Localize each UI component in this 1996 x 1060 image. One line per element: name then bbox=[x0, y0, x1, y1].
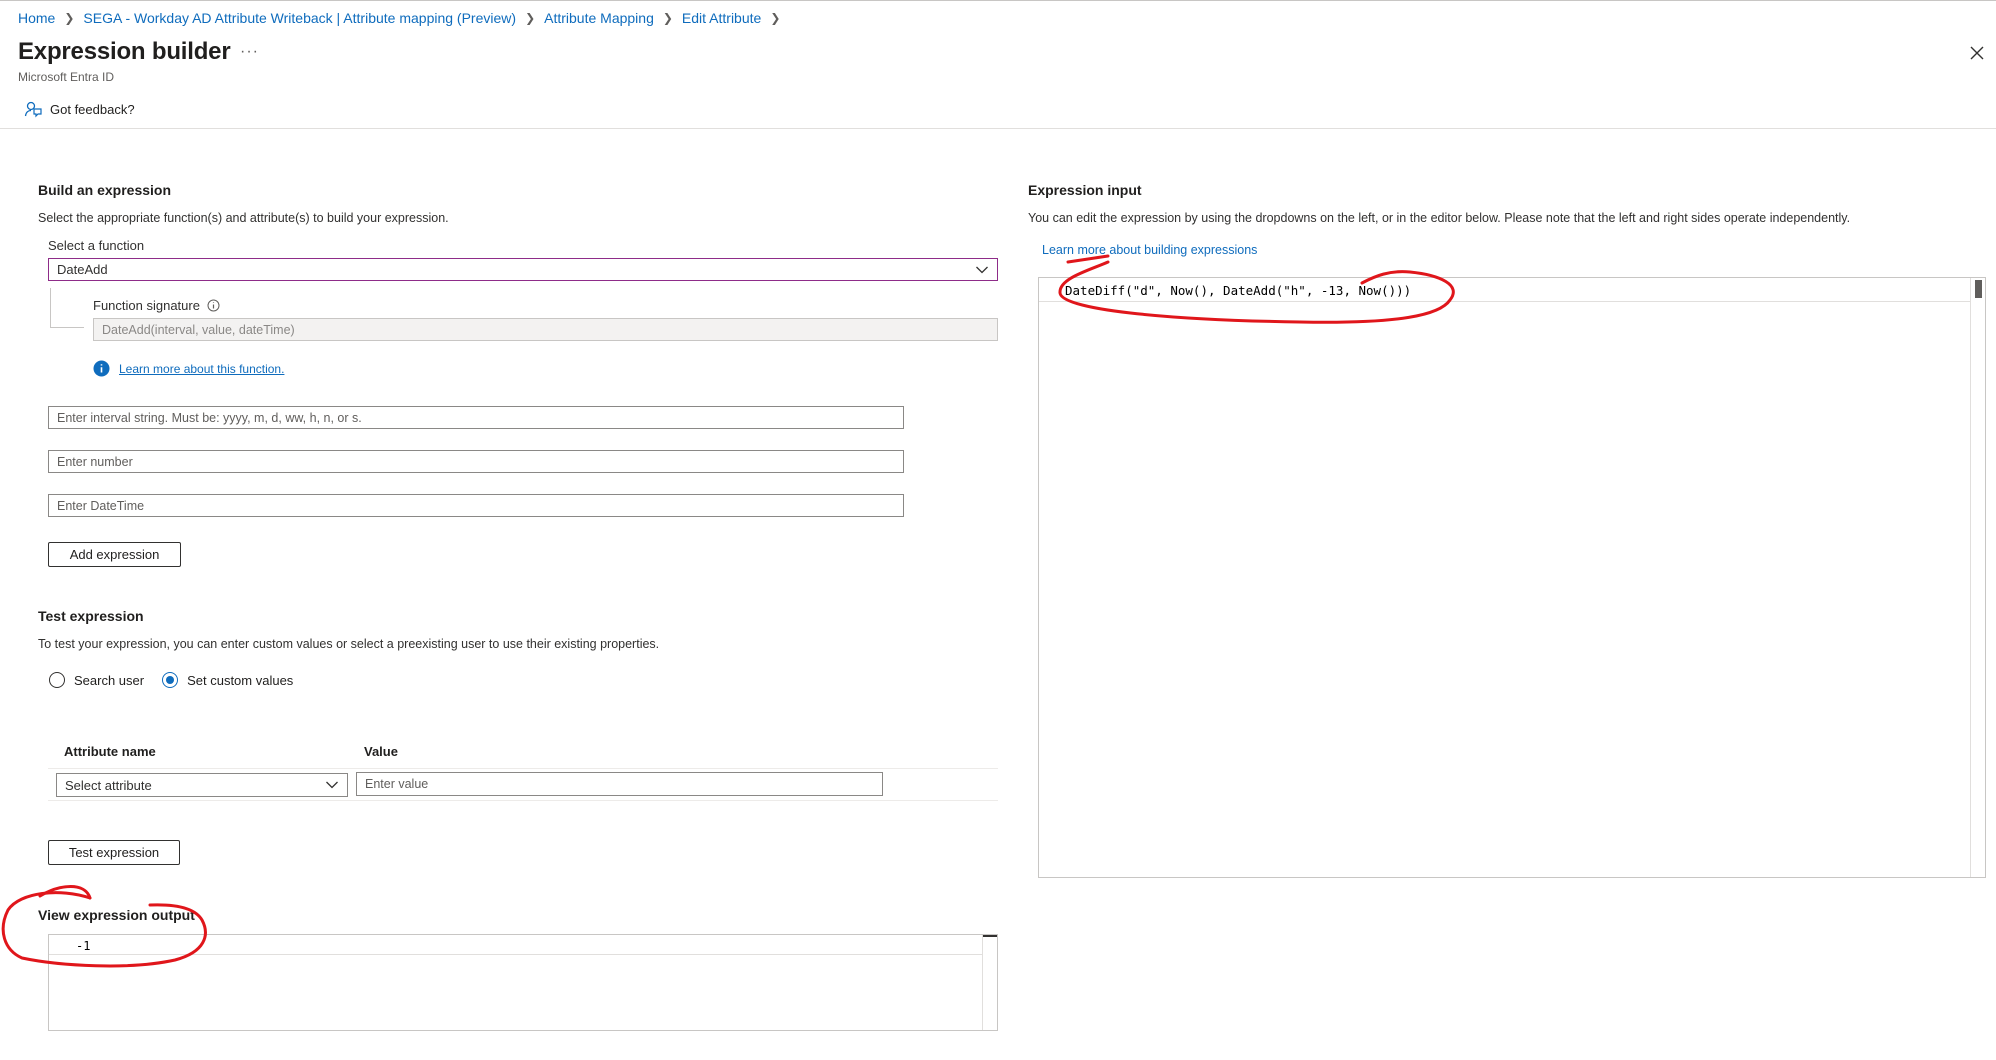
more-options-icon[interactable]: ··· bbox=[240, 43, 259, 61]
test-heading: Test expression bbox=[38, 608, 144, 624]
page-subtitle: Microsoft Entra ID bbox=[18, 70, 115, 84]
datetime-input[interactable]: Enter DateTime bbox=[48, 494, 904, 517]
function-dropdown-value: DateAdd bbox=[57, 262, 108, 277]
feedback-label: Got feedback? bbox=[50, 101, 135, 117]
radio-custom-values-label: Set custom values bbox=[187, 672, 294, 688]
radio-search-user-label: Search user bbox=[74, 672, 145, 688]
column-value: Value bbox=[364, 744, 398, 759]
chevron-right-icon: ❯ bbox=[64, 11, 75, 25]
learn-function-link[interactable]: Learn more about this function. bbox=[119, 362, 284, 376]
info-icon bbox=[93, 360, 110, 377]
page-title: Expression builder bbox=[18, 38, 231, 65]
annotation-stroke-output bbox=[38, 885, 92, 900]
learn-expressions-link[interactable]: Learn more about building expressions bbox=[1042, 243, 1257, 257]
test-mode-radio-group: Search user Set custom values bbox=[49, 672, 293, 688]
build-heading: Build an expression bbox=[38, 182, 172, 198]
interval-input[interactable]: Enter interval string. Must be: yyyy, m,… bbox=[48, 406, 904, 429]
tree-connector bbox=[50, 288, 51, 327]
input-heading: Expression input bbox=[1028, 182, 1142, 198]
chevron-right-icon: ❯ bbox=[525, 11, 536, 25]
tree-connector bbox=[50, 327, 84, 328]
add-expression-button[interactable]: Add expression bbox=[48, 542, 181, 567]
chevron-down-icon bbox=[326, 781, 338, 789]
breadcrumb-edit-attribute[interactable]: Edit Attribute bbox=[682, 10, 761, 26]
expression-text[interactable]: DateDiff("d", Now(), DateAdd("h", -13, N… bbox=[1065, 283, 1411, 298]
number-input[interactable]: Enter number bbox=[48, 450, 904, 473]
breadcrumb-attribute-mapping[interactable]: Attribute Mapping bbox=[544, 10, 654, 26]
table-header-divider bbox=[48, 768, 998, 769]
column-attribute-name: Attribute name bbox=[64, 744, 156, 759]
feedback-icon bbox=[24, 101, 42, 118]
feedback-button[interactable]: Got feedback? bbox=[24, 100, 135, 118]
close-icon[interactable] bbox=[1966, 42, 1988, 64]
signature-label: Function signature bbox=[93, 298, 200, 313]
test-description: To test your expression, you can enter c… bbox=[38, 637, 660, 651]
info-outline-icon bbox=[207, 299, 220, 312]
breadcrumb-home[interactable]: Home bbox=[18, 10, 55, 26]
output-scrollbar[interactable] bbox=[982, 935, 997, 1030]
editor-scrollbar[interactable] bbox=[1970, 278, 1985, 877]
attribute-dropdown-placeholder: Select attribute bbox=[65, 777, 152, 793]
signature-label-row: Function signature bbox=[93, 298, 220, 313]
breadcrumb: Home ❯ SEGA - Workday AD Attribute Write… bbox=[18, 10, 789, 26]
learn-function-row: Learn more about this function. bbox=[93, 360, 284, 377]
breadcrumb-app[interactable]: SEGA - Workday AD Attribute Writeback | … bbox=[83, 10, 516, 26]
output-value: -1 bbox=[76, 939, 91, 953]
input-description: You can edit the expression by using the… bbox=[1028, 211, 1851, 225]
build-description: Select the appropriate function(s) and a… bbox=[38, 211, 449, 225]
chevron-down-icon bbox=[976, 266, 988, 273]
function-label: Select a function bbox=[48, 238, 145, 253]
table-row-divider bbox=[48, 800, 998, 801]
test-expression-button[interactable]: Test expression bbox=[48, 840, 180, 865]
chevron-right-icon: ❯ bbox=[662, 11, 673, 25]
command-bar-divider bbox=[0, 128, 1996, 129]
attribute-dropdown[interactable]: Select attribute bbox=[56, 773, 348, 797]
radio-custom-values[interactable] bbox=[162, 672, 179, 688]
radio-search-user[interactable] bbox=[49, 672, 65, 688]
output-heading: View expression output bbox=[38, 907, 195, 923]
chevron-right-icon: ❯ bbox=[770, 11, 781, 25]
value-input[interactable]: Enter value bbox=[356, 772, 883, 796]
function-dropdown[interactable]: DateAdd bbox=[48, 258, 998, 281]
output-current-line bbox=[49, 935, 983, 955]
output-editor: -1 bbox=[48, 934, 998, 1031]
top-border bbox=[0, 0, 1996, 1]
signature-field: DateAdd(interval, value, dateTime) bbox=[93, 318, 998, 341]
expression-editor[interactable]: DateDiff("d", Now(), DateAdd("h", -13, N… bbox=[1038, 277, 1986, 878]
